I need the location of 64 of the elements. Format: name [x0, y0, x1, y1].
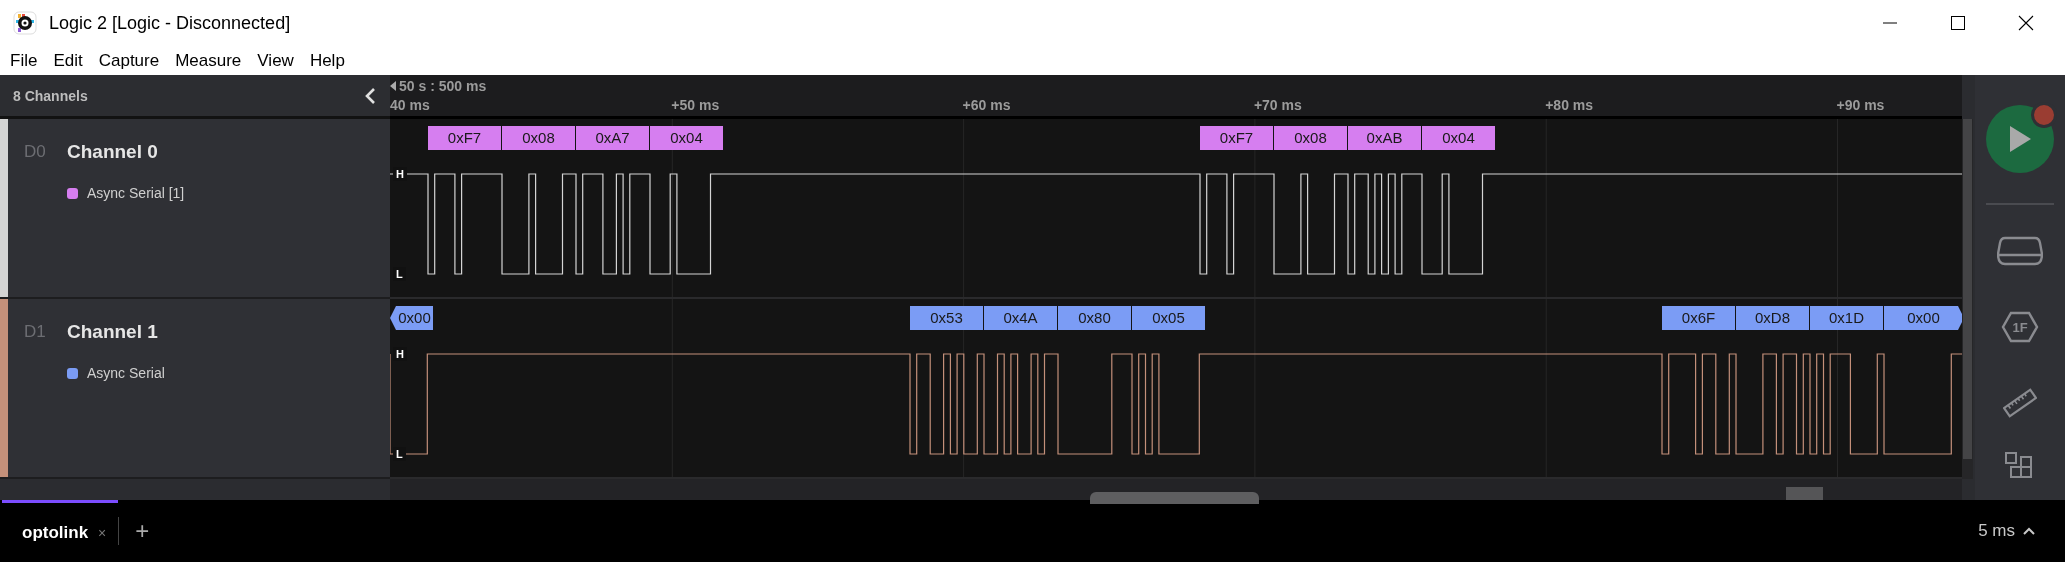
tick-label: +70 ms [1253, 97, 1302, 113]
close-icon [2018, 15, 2034, 31]
collapse-button[interactable] [364, 86, 376, 105]
frame-label: 0x80 [1058, 306, 1132, 330]
menu-item[interactable]: Edit [45, 50, 91, 71]
frame-label: 0xD8 [1736, 306, 1810, 330]
channel-name: Channel 1 [67, 321, 158, 343]
frame-label: 0x53 [910, 306, 984, 330]
app-logo-icon [13, 11, 37, 35]
frame-label: 0x4A [984, 306, 1058, 330]
tick-label: +60 ms [962, 97, 1011, 113]
frame-label: 0xF7 [1200, 126, 1274, 150]
frame-label: 0x08 [1274, 126, 1348, 150]
maximize-icon [1950, 15, 1966, 31]
ruler-icon [2003, 388, 2037, 418]
tick-label: +80 ms [1545, 97, 1594, 113]
add-tab-button[interactable]: + [135, 517, 150, 545]
tick-label: 40 ms [390, 97, 430, 113]
tick-label: +90 ms [1836, 97, 1885, 113]
frame-label: 0xA7 [576, 126, 650, 150]
hexagon-icon [2001, 311, 2039, 343]
level-label: L [393, 447, 406, 461]
play-icon [2008, 125, 2032, 153]
timescale-button[interactable]: 5 ms [1978, 521, 2035, 541]
frame-label: 0x04 [1422, 126, 1496, 150]
menu-item[interactable]: Measure [167, 50, 250, 71]
level-label: H [393, 347, 407, 361]
menu-item[interactable]: Capture [90, 50, 168, 71]
menu-item[interactable]: View [249, 50, 302, 71]
frame-label: 0x1D [1810, 306, 1884, 330]
channel-id: D1 [24, 322, 47, 342]
frame-label: 0x00 [390, 306, 434, 330]
channel-row[interactable]: D1 Channel 1 Async Serial [0, 299, 390, 479]
tick-label: +50 ms [671, 97, 720, 113]
frame-label: 0x6F [1662, 306, 1736, 330]
channel-row[interactable]: D0 Channel 0 Async Serial [1] [0, 119, 390, 299]
tab[interactable]: optolink × [2, 500, 119, 562]
caret-up-icon [2023, 527, 2035, 535]
channel-id: D0 [24, 142, 47, 162]
minimize-icon [1883, 22, 1897, 24]
analyzer-name[interactable]: Async Serial [87, 365, 165, 381]
frame-label: 0x05 [1132, 306, 1206, 330]
time-origin-label: 50 s : 500 ms [399, 78, 487, 94]
frame-label: 0x00 [1884, 306, 1962, 330]
vertical-scrollbar[interactable] [1962, 119, 1973, 479]
scroll-marker [1786, 487, 1823, 500]
menu-item[interactable]: Help [301, 50, 353, 71]
device-icon [1997, 236, 2043, 266]
level-label: L [393, 267, 406, 281]
scroll-handle[interactable] [1090, 492, 1259, 504]
frame-label: 0x08 [502, 126, 576, 150]
panel-title: 8 Channels [13, 87, 89, 104]
frame-label: 0xAB [1348, 126, 1422, 150]
analyzer-name[interactable]: Async Serial [1] [87, 185, 185, 201]
marker-triangle-icon [390, 81, 396, 91]
tab-close-button[interactable]: × [98, 524, 107, 541]
channel-name: Channel 0 [67, 141, 158, 163]
chevron-left-icon [364, 86, 376, 105]
frame-label: 0x04 [650, 126, 724, 150]
window-title: Logic 2 [Logic - Disconnected] [49, 12, 291, 34]
menu-item[interactable]: File [2, 50, 46, 71]
level-label: H [393, 167, 407, 181]
frame-label: 0xF7 [428, 126, 502, 150]
analyzers-button[interactable]: 1F [2001, 311, 2039, 343]
